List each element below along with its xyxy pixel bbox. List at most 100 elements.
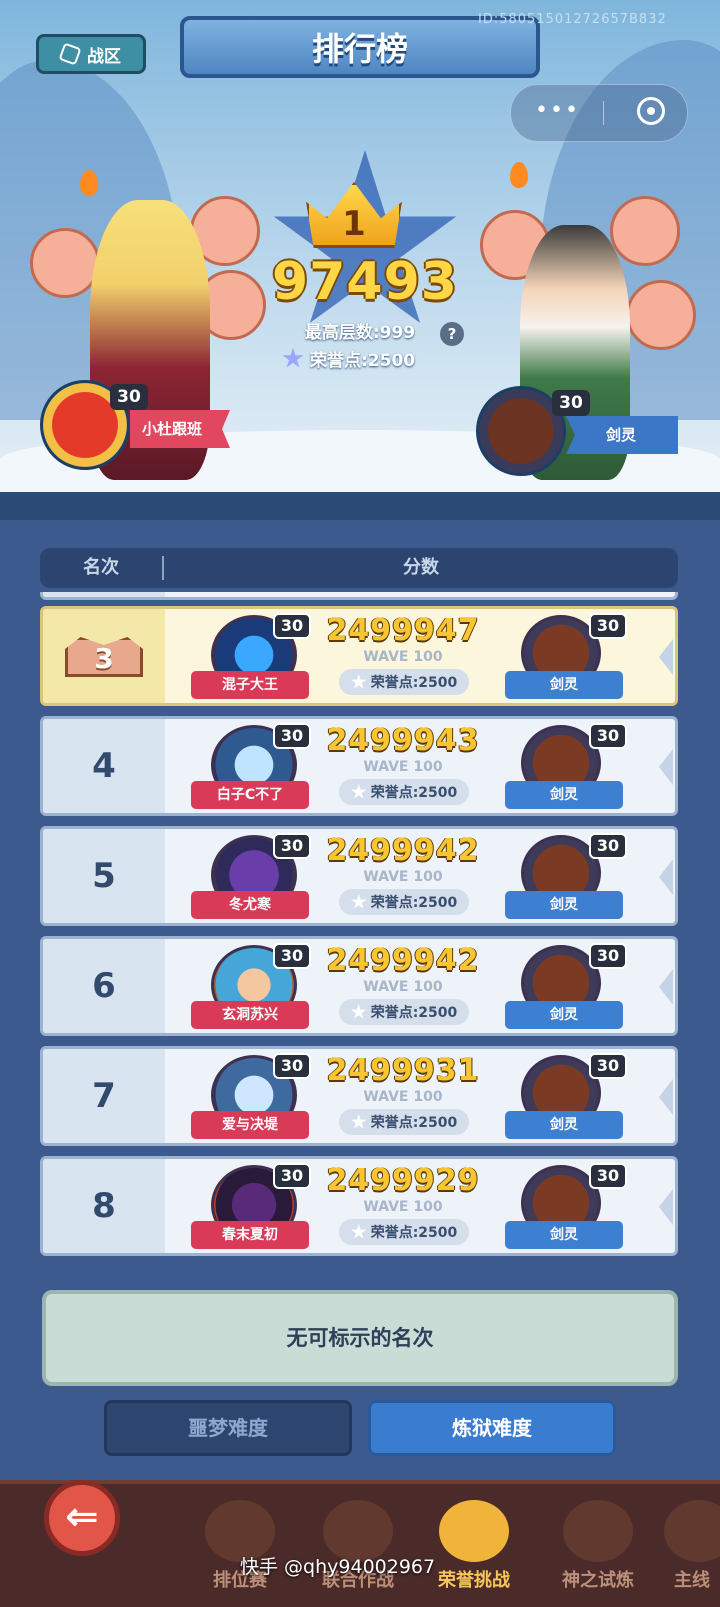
my-rank-box: 无可标示的名次 <box>42 1290 678 1386</box>
capsule-divider <box>603 101 604 125</box>
hero-bottom-edge <box>0 492 720 520</box>
wave-label: WAVE 100 <box>363 869 443 885</box>
wave-label: WAVE 100 <box>363 1089 443 1105</box>
paw-balloon-left <box>30 228 100 298</box>
wave-label: WAVE 100 <box>363 649 443 665</box>
help-icon[interactable]: ? <box>440 322 464 346</box>
top-honor-label: 荣誉点:2500 <box>310 351 416 371</box>
paw-balloon-right-2 <box>610 196 680 266</box>
honor-star-icon <box>351 784 367 799</box>
column-score: 分数 <box>403 557 439 578</box>
wave-label: WAVE 100 <box>363 1199 443 1215</box>
watermark: 快手 @qhy94002967 <box>240 1556 436 1578</box>
rank-cell: 6 <box>43 939 165 1033</box>
honor-star-icon <box>351 1004 367 1019</box>
player-name: 爱与决堤 <box>191 1111 309 1139</box>
nav-label: 主线 <box>674 1570 710 1591</box>
level-badge: 30 <box>273 943 311 969</box>
top-partner-level: 30 <box>552 390 590 416</box>
temple-icon <box>563 1500 633 1562</box>
level-badge: 30 <box>273 723 311 749</box>
nav-item-coop[interactable]: 联合作战 <box>308 1500 408 1600</box>
table-row[interactable]: 8 30 春末夏初 2499929 WAVE 100 荣誉点:2500 30 剑… <box>40 1156 678 1256</box>
max-floor: 最高层数:999 <box>304 323 416 343</box>
column-header: 名次 分数 <box>40 548 678 588</box>
partner-level-badge: 30 <box>589 723 627 749</box>
table-row[interactable]: 6 30 玄洞苏兴 2499942 WAVE 100 荣誉点:2500 30 剑… <box>40 936 678 1036</box>
honor-label: 荣誉点:2500 <box>370 675 458 691</box>
player-name: 玄洞苏兴 <box>191 1001 309 1029</box>
honor-label: 荣誉点:2500 <box>370 785 458 801</box>
score-value: 2499943 <box>326 723 480 758</box>
wave-label: WAVE 100 <box>363 979 443 995</box>
ranking-list[interactable]: 3 30 混子大王 2499947 WAVE 100 荣誉点:2500 30 剑… <box>40 592 680 1276</box>
honor-star-icon <box>351 1114 367 1129</box>
tab-nightmare[interactable]: 噩梦难度 <box>104 1400 352 1456</box>
honor-star-icon <box>351 894 367 909</box>
honor-pill: 荣誉点:2500 <box>339 889 469 915</box>
tab-purgatory[interactable]: 炼狱难度 <box>368 1400 616 1456</box>
partner-name: 剑灵 <box>505 891 623 919</box>
nav-item-god-trial[interactable]: 神之试炼 <box>548 1500 648 1600</box>
table-row[interactable]: 7 30 爱与决堤 2499931 WAVE 100 荣誉点:2500 30 剑… <box>40 1046 678 1146</box>
close-target-icon[interactable] <box>637 97 665 125</box>
table-row[interactable]: 5 30 冬尤寒 2499942 WAVE 100 荣誉点:2500 30 剑灵 <box>40 826 678 926</box>
score-value: 2499929 <box>326 1163 480 1198</box>
top-honor-points: 荣誉点:2500 <box>282 346 442 371</box>
rank-cell: 8 <box>43 1159 165 1253</box>
rank-cell: 7 <box>43 1049 165 1143</box>
partner-level-badge: 30 <box>589 1163 627 1189</box>
mini-program-capsule: ••• <box>510 84 688 142</box>
honor-label: 荣誉点:2500 <box>370 895 458 911</box>
top-player-name: 小杜跟班 <box>130 410 230 448</box>
chevron-left-icon <box>659 1189 673 1225</box>
score-value: 2499942 <box>326 833 480 868</box>
top-rank-number: 1 <box>342 204 366 244</box>
sword-icon <box>664 1500 720 1562</box>
level-badge: 30 <box>273 1053 311 1079</box>
zone-button[interactable]: 战区 <box>36 34 146 74</box>
nav-label: 神之试炼 <box>562 1570 634 1591</box>
level-badge: 30 <box>273 833 311 859</box>
chevron-left-icon <box>659 1079 673 1115</box>
nav-item-ranked[interactable]: 排位赛 <box>190 1500 290 1600</box>
nav-item-main[interactable]: 主线 <box>664 1500 720 1600</box>
rank-cell: 3 <box>43 609 165 703</box>
top-score: 97493 <box>272 252 458 312</box>
partner-level-badge: 30 <box>589 613 627 639</box>
nav-item-honor-challenge[interactable]: 荣誉挑战 <box>424 1500 524 1600</box>
table-row-partial <box>40 592 678 600</box>
score-value: 2499947 <box>326 613 480 648</box>
partner-name: 剑灵 <box>505 1111 623 1139</box>
honor-star-icon <box>282 347 304 368</box>
honor-pill: 荣誉点:2500 <box>339 779 469 805</box>
honor-star-icon <box>351 1224 367 1239</box>
player-name: 冬尤寒 <box>191 891 309 919</box>
partner-level-badge: 30 <box>589 833 627 859</box>
partner-name: 剑灵 <box>505 671 623 699</box>
table-row[interactable]: 4 30 白子C不了 2499943 WAVE 100 荣誉点:2500 30 … <box>40 716 678 816</box>
honor-pill: 荣誉点:2500 <box>339 999 469 1025</box>
flame-icon <box>510 162 528 188</box>
honor-star-icon <box>351 674 367 689</box>
back-button[interactable]: ⇐ <box>44 1480 120 1556</box>
level-badge: 30 <box>273 613 311 639</box>
wave-label: WAVE 100 <box>363 759 443 775</box>
player-id: ID:58051501272657B832 <box>478 12 667 27</box>
skull-icon <box>439 1500 509 1562</box>
rank-cell: 4 <box>43 719 165 813</box>
chevron-left-icon <box>659 749 673 785</box>
partner-level-badge: 30 <box>589 943 627 969</box>
honor-pill: 荣誉点:2500 <box>339 1109 469 1135</box>
top-partner-name: 剑灵 <box>566 416 678 454</box>
partner-name: 剑灵 <box>505 1221 623 1249</box>
nav-label: 荣誉挑战 <box>438 1570 510 1591</box>
rank-cell <box>43 592 165 597</box>
chevron-left-icon <box>659 859 673 895</box>
table-row[interactable]: 3 30 混子大王 2499947 WAVE 100 荣誉点:2500 30 剑… <box>40 606 678 706</box>
zone-label: 战区 <box>87 46 121 67</box>
honor-pill: 荣誉点:2500 <box>339 669 469 695</box>
rank-crown-badge: 3 <box>65 637 143 677</box>
player-name: 春末夏初 <box>191 1221 309 1249</box>
more-menu-icon[interactable]: ••• <box>535 100 580 122</box>
